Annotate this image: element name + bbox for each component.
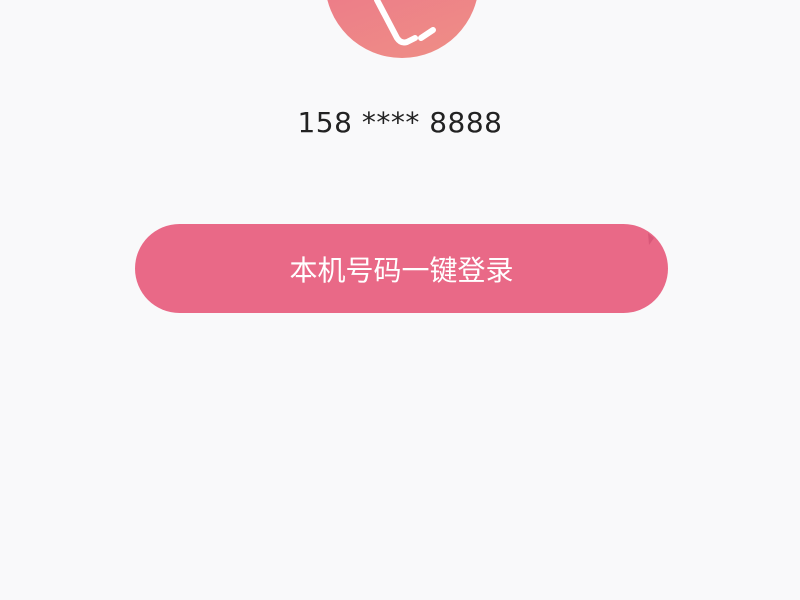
tag-icon	[374, 0, 436, 46]
login-screen: 158 **** 8888 本机号码一键登录	[0, 0, 800, 600]
sparkle-icon	[648, 233, 654, 245]
app-logo	[325, 0, 479, 58]
one-click-login-button[interactable]: 本机号码一键登录	[135, 224, 668, 313]
one-click-login-label: 本机号码一键登录	[289, 254, 514, 286]
masked-phone-number: 158 **** 8888	[297, 106, 503, 139]
